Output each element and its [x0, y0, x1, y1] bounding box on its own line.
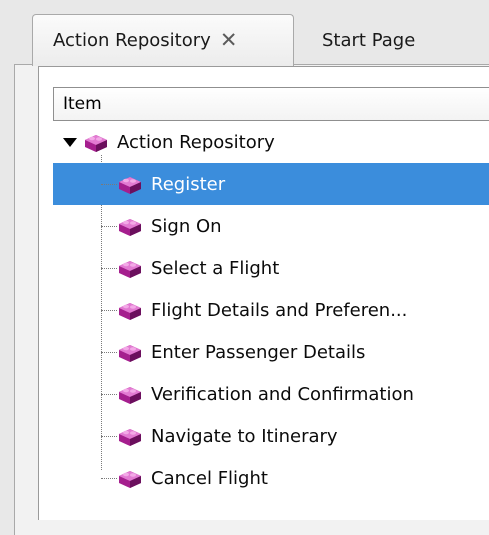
tree-guide-branch — [101, 352, 117, 353]
tab-strip: Action Repository ✕ Start Page — [0, 0, 489, 66]
tree-item-label: Register — [151, 173, 226, 195]
brick-icon — [119, 219, 141, 236]
brick-icon — [119, 429, 141, 446]
tree-guide-branch — [101, 226, 117, 227]
tree-item-label: Select a Flight — [151, 257, 280, 279]
window: Action Repository ✕ Start Page Item Acti… — [0, 0, 489, 535]
tree-item-label: Sign On — [151, 215, 222, 237]
brick-icon — [119, 303, 141, 320]
tree-guide-branch — [101, 184, 117, 185]
tab-label: Start Page — [322, 29, 416, 51]
brick-icon — [119, 177, 141, 194]
tree-item-label: Navigate to Itinerary — [151, 425, 338, 447]
action-tree: Action Repository Register Sign On Selec… — [53, 121, 489, 520]
tree-root-row[interactable]: Action Repository — [53, 121, 489, 163]
brick-icon — [119, 345, 141, 362]
tree-item-enter-passenger-details[interactable]: Enter Passenger Details — [53, 331, 489, 373]
tree-guide-branch — [101, 394, 117, 395]
brick-icon — [85, 135, 107, 152]
tree-guide-branch — [101, 478, 117, 479]
tree-guide-branch — [101, 268, 117, 269]
brick-icon — [119, 471, 141, 488]
tree-item-label: Flight Details and Preferen... — [151, 299, 408, 321]
tab-start-page[interactable]: Start Page — [322, 14, 415, 66]
tree-item-label: Action Repository — [117, 131, 275, 153]
tree-guide-branch — [101, 436, 117, 437]
tree-item-label: Verification and Confirmation — [151, 383, 414, 405]
close-icon[interactable]: ✕ — [220, 30, 238, 51]
brick-icon — [119, 261, 141, 278]
tree-item-verification-and-confirmation[interactable]: Verification and Confirmation — [53, 373, 489, 415]
tree-item-label: Cancel Flight — [151, 467, 268, 489]
tab-action-repository[interactable]: Action Repository ✕ — [32, 14, 294, 66]
column-header-label: Item — [63, 94, 102, 114]
tree-item-cancel-flight[interactable]: Cancel Flight — [53, 457, 489, 499]
tree-item-sign-on[interactable]: Sign On — [53, 205, 489, 247]
tree-item-register[interactable]: Register — [53, 163, 489, 205]
tab-label: Action Repository — [53, 30, 211, 51]
column-header-item[interactable]: Item — [53, 87, 489, 121]
tree-item-select-a-flight[interactable]: Select a Flight — [53, 247, 489, 289]
triangle-down-icon[interactable] — [61, 133, 79, 151]
tree-guide-branch — [101, 310, 117, 311]
tree-item-navigate-to-itinerary[interactable]: Navigate to Itinerary — [53, 415, 489, 457]
tree-item-flight-details[interactable]: Flight Details and Preferen... — [53, 289, 489, 331]
tree-item-label: Enter Passenger Details — [151, 341, 366, 363]
tree-table-panel: Item Action Repository Register Sign On … — [38, 66, 489, 520]
brick-icon — [119, 387, 141, 404]
